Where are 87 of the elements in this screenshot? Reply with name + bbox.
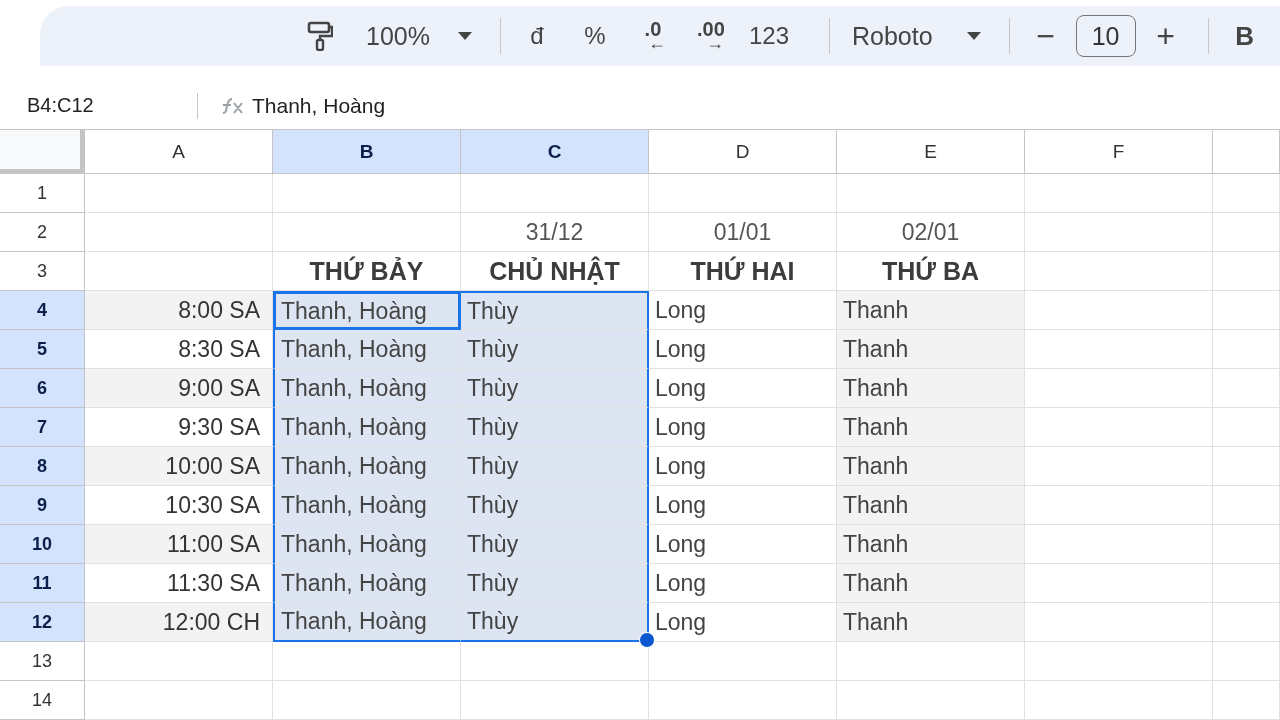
table-cell (1213, 408, 1280, 447)
fill-handle[interactable] (639, 632, 655, 648)
bold-button[interactable]: B (1224, 16, 1265, 57)
table-cell: 12:00 CH (85, 603, 273, 642)
table-cell: 9:00 SA (85, 369, 273, 408)
table-cell: Thùy (461, 369, 649, 408)
decimal-button[interactable]: .0 ← (632, 16, 673, 57)
table-cell (1213, 369, 1280, 408)
function-icon (220, 96, 246, 115)
table-cell: Thanh (837, 330, 1025, 369)
font-dropdown[interactable]: Roboto (846, 16, 987, 57)
table-cell: Thanh (837, 486, 1025, 525)
table-cell: 01/01 (649, 213, 837, 252)
format-button[interactable]: % (574, 16, 615, 57)
column-header[interactable]: A (85, 130, 273, 174)
table-cell (1213, 174, 1280, 213)
table-cell: THỨ HAI (649, 252, 837, 291)
format-button[interactable]: đ (516, 16, 557, 57)
table-cell: Thanh (837, 291, 1025, 330)
table-cell (1213, 642, 1280, 681)
table-cell: Thanh (837, 408, 1025, 447)
table-cell: Thanh (837, 369, 1025, 408)
table-cell: Thanh, Hoàng (273, 525, 461, 564)
table-cell (1213, 486, 1280, 525)
table-cell: Thanh, Hoàng (273, 330, 461, 369)
row-header[interactable]: 12 (0, 603, 85, 642)
column-header[interactable]: F (1025, 130, 1213, 174)
name-box[interactable]: B4:C12 (0, 94, 197, 118)
table-cell: Thanh (837, 603, 1025, 642)
table-cell: Thùy (461, 330, 649, 369)
table-cell: 31/12 (461, 213, 649, 252)
table-cell: Thùy (461, 564, 649, 603)
row-header[interactable]: 5 (0, 330, 85, 369)
table-cell (1213, 291, 1280, 330)
table-cell (1213, 603, 1280, 642)
table-cell: Thùy (461, 408, 649, 447)
zoom-dropdown[interactable]: 100% (360, 16, 478, 57)
increase-size-button[interactable]: + (1145, 16, 1186, 57)
row-header[interactable]: 9 (0, 486, 85, 525)
table-cell (1213, 252, 1280, 291)
row-header[interactable]: 8 (0, 447, 85, 486)
formula-field[interactable]: Thanh, Hoàng (252, 93, 386, 118)
table-cell: Thùy (461, 291, 649, 330)
caret-icon[interactable] (457, 32, 472, 41)
table-cell (1213, 213, 1280, 252)
table-cell: Thanh (837, 447, 1025, 486)
table-cell: Thanh, Hoàng (273, 564, 461, 603)
paint-roller-icon[interactable] (307, 21, 333, 52)
row-header[interactable]: 6 (0, 369, 85, 408)
table-cell: Thanh, Hoàng (273, 447, 461, 486)
table-cell: Thanh (837, 564, 1025, 603)
column-header[interactable]: C (461, 130, 649, 174)
table-cell (1213, 330, 1280, 369)
row-header[interactable]: 13 (0, 642, 85, 681)
column-header[interactable]: B (273, 130, 461, 174)
table-cell: 02/01 (837, 213, 1025, 252)
font-size-field[interactable]: 10 (1075, 15, 1136, 58)
format-button[interactable]: 123 (748, 16, 789, 57)
table-cell (1213, 564, 1280, 603)
row-header[interactable]: 3 (0, 252, 85, 291)
table-cell (1213, 681, 1280, 720)
row-header[interactable]: 14 (0, 681, 85, 720)
column-header[interactable]: D (649, 130, 837, 174)
table-cell: Thanh (837, 525, 1025, 564)
column-header[interactable]: E (837, 130, 1025, 174)
table-cell: 10:00 SA (85, 447, 273, 486)
row-header[interactable]: 4 (0, 291, 85, 330)
table-cell: 8:00 SA (85, 291, 273, 330)
table-cell (1213, 447, 1280, 486)
table-cell (1213, 525, 1280, 564)
table-cell: Thùy (461, 447, 649, 486)
table-cell: 11:00 SA (85, 525, 273, 564)
table-cell: Thanh, Hoàng (273, 369, 461, 408)
row-header[interactable]: 7 (0, 408, 85, 447)
row-header[interactable]: 2 (0, 213, 85, 252)
table-cell: Thùy (461, 525, 649, 564)
table-cell: Thanh, Hoàng (273, 486, 461, 525)
table-cell: Thùy (461, 486, 649, 525)
row-header[interactable]: 11 (0, 564, 85, 603)
row-header[interactable]: 10 (0, 525, 85, 564)
table-cell: Thanh, Hoàng (273, 408, 461, 447)
table-cell: Thanh, Hoàng (273, 291, 461, 330)
decrease-size-button[interactable]: − (1025, 16, 1066, 57)
table-cell: Thanh, Hoàng (273, 603, 461, 642)
caret-icon[interactable] (966, 32, 981, 41)
row-header[interactable]: 1 (0, 174, 85, 213)
decimal-button[interactable]: .00 → (690, 16, 731, 57)
